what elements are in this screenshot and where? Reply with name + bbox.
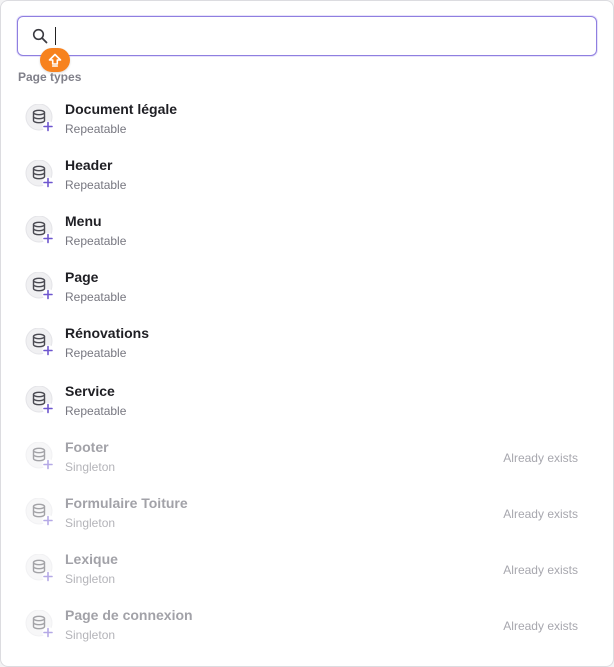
page-type-item: Formulaire Toiture Singleton Already exist… (1, 495, 613, 551)
search-field[interactable] (17, 16, 597, 56)
page-type-item[interactable]: Document légale Repeatable (1, 101, 613, 157)
database-plus-icon (25, 553, 55, 584)
page-type-picker: Page types Document légale Repeatable Head… (0, 0, 614, 667)
shift-shortcut-badge (40, 48, 70, 72)
page-type-item[interactable]: Page Repeatable (1, 269, 613, 325)
page-type-kind: Singleton (65, 516, 116, 530)
page-type-title: Lexique (65, 551, 118, 567)
already-exists-label: Already exists (503, 563, 578, 577)
database-plus-icon (25, 497, 55, 528)
already-exists-label: Already exists (503, 507, 578, 521)
page-type-kind: Singleton (65, 628, 116, 642)
shift-arrow-icon (48, 53, 62, 67)
page-type-kind: Repeatable (65, 290, 127, 304)
page-type-title: Formulaire Toiture (65, 495, 188, 511)
database-plus-icon (25, 215, 55, 246)
database-plus-icon (25, 441, 55, 472)
database-plus-icon (25, 271, 55, 302)
already-exists-label: Already exists (503, 619, 578, 633)
page-type-title: Header (65, 157, 113, 173)
page-type-title: Service (65, 383, 115, 399)
database-plus-icon (25, 609, 55, 640)
page-type-kind: Repeatable (65, 122, 127, 136)
page-type-kind: Singleton (65, 460, 116, 474)
page-type-item[interactable]: Service Repeatable (1, 383, 613, 439)
text-caret (55, 27, 56, 45)
page-type-title: Document légale (65, 101, 178, 117)
already-exists-label: Already exists (503, 451, 578, 465)
page-type-item: Footer Singleton Already exists (1, 439, 613, 495)
page-type-title: Page de connexion (65, 607, 193, 623)
database-plus-icon (25, 385, 55, 416)
search-icon (32, 28, 48, 44)
page-type-kind: Singleton (65, 572, 116, 586)
page-type-title: Footer (65, 439, 109, 455)
page-type-kind: Repeatable (65, 178, 127, 192)
database-plus-icon (25, 159, 55, 190)
page-type-item: Page de connexion Singleton Already exists (1, 607, 613, 663)
page-type-item[interactable]: Header Repeatable (1, 157, 613, 213)
page-type-kind: Repeatable (65, 346, 127, 360)
page-type-item[interactable]: Menu Repeatable (1, 213, 613, 269)
page-type-item[interactable]: Rénovations Repeatable (1, 325, 613, 381)
section-heading: Page types (18, 70, 82, 84)
database-plus-icon (25, 103, 55, 134)
page-type-title: Rénovations (65, 325, 150, 341)
page-type-item: Lexique Singleton Already exists (1, 551, 613, 607)
page-type-kind: Repeatable (65, 234, 127, 248)
page-type-title: Menu (65, 213, 102, 229)
page-type-kind: Repeatable (65, 404, 127, 418)
database-plus-icon (25, 327, 55, 358)
page-type-title: Page (65, 269, 99, 285)
